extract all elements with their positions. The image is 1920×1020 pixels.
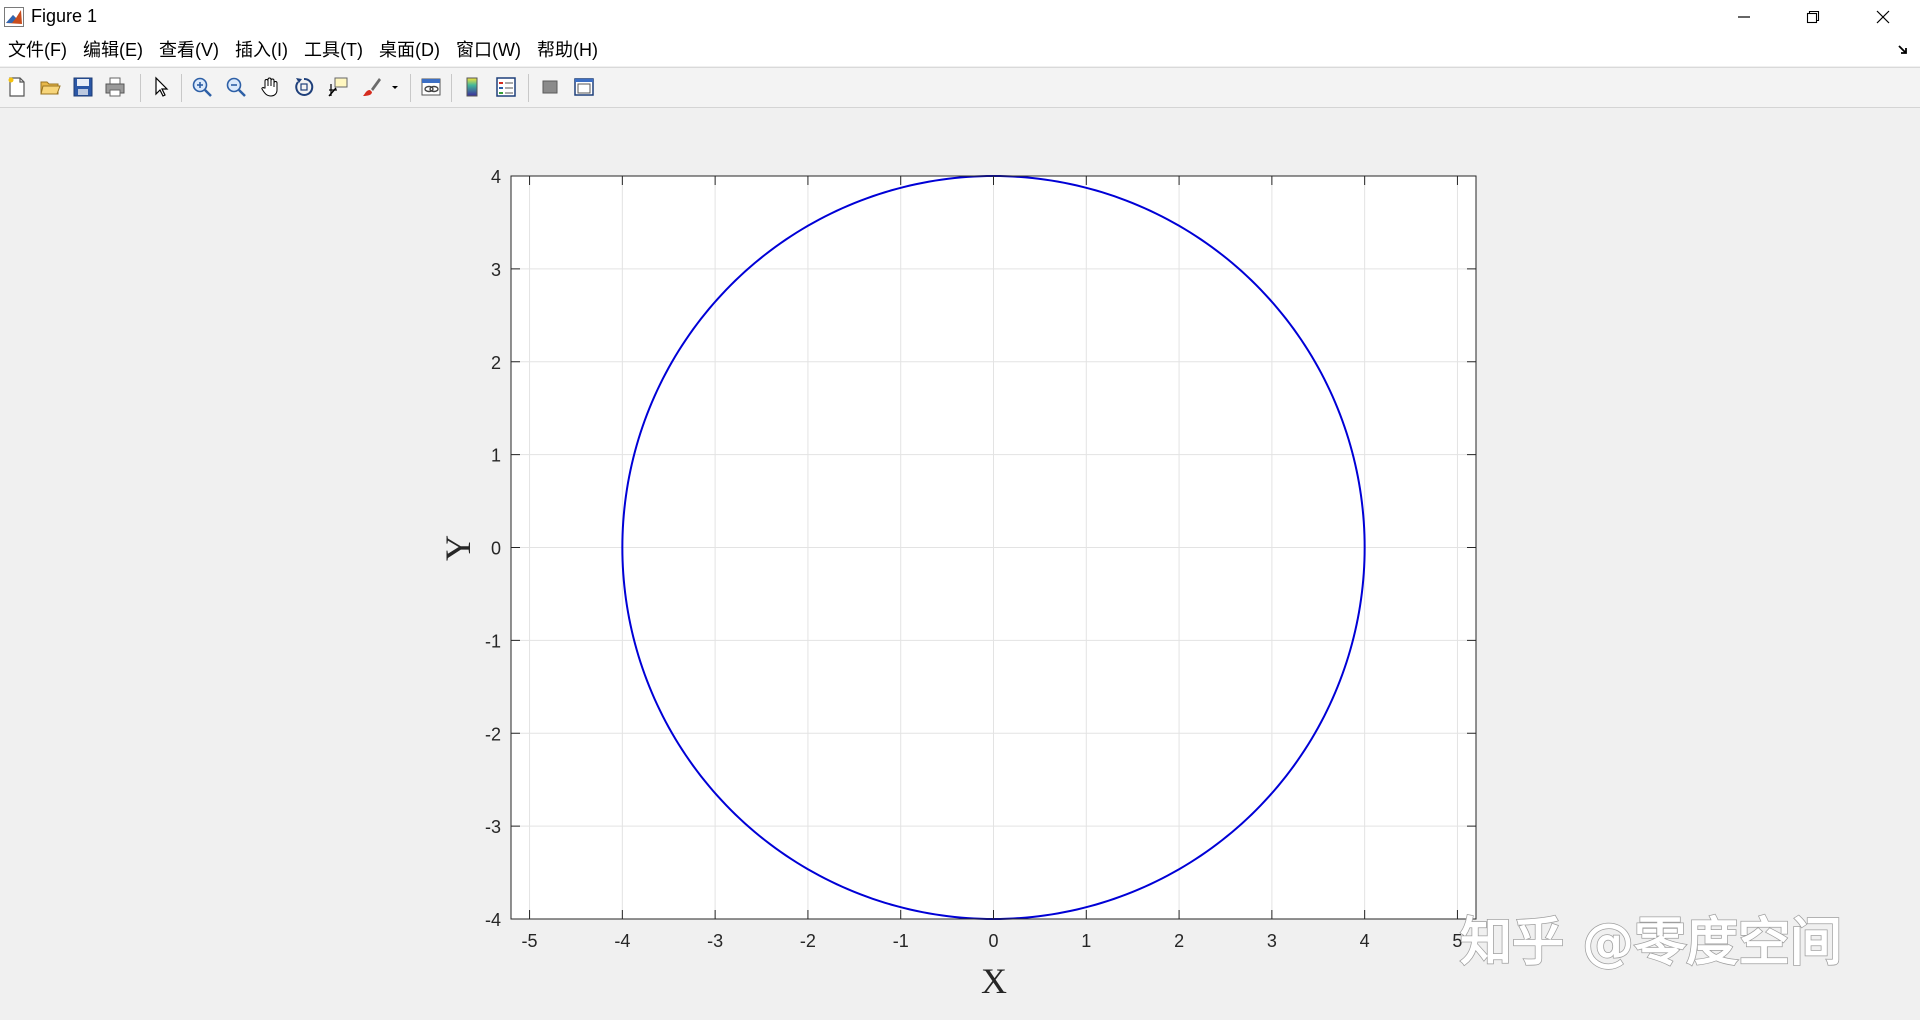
x-tick-label: 1 [1081,931,1091,951]
y-tick-label: -1 [485,631,501,651]
x-tick-label: -1 [893,931,909,951]
x-tick-label: 0 [988,931,998,951]
y-tick-label: 2 [491,353,501,373]
x-tick-label: -4 [614,931,630,951]
watermark-text: 知乎 @零度空间 [1460,913,1842,973]
figure-canvas: -5 -4 -3 -2 -1 0 1 2 3 4 5-4-3-2-101234 X Y 知乎 @零度… [438,167,1843,1001]
y-tick-label: -2 [485,724,501,744]
x-tick-label: -3 [707,931,723,951]
x-tick-label: 4 [1360,931,1370,951]
x-tick-label: -2 [800,931,816,951]
x-tick-label: 2 [1174,931,1184,951]
y-tick-label: -3 [485,817,501,837]
x-axis-label: X [981,961,1007,1001]
y-tick-label: 0 [491,539,501,559]
x-tick-label: 3 [1267,931,1277,951]
x-tick-label: -5 [522,931,538,951]
y-tick-label: 4 [491,167,501,187]
y-axis-label: Y [438,535,478,561]
y-tick-label: -4 [485,910,501,930]
y-tick-label: 3 [491,260,501,280]
figure-window: Figure 1 文件(F) 编辑(E) 查看(V) 插入(I) 工具(T) 桌… [0,0,1920,1020]
y-tick-label: 1 [491,446,501,466]
